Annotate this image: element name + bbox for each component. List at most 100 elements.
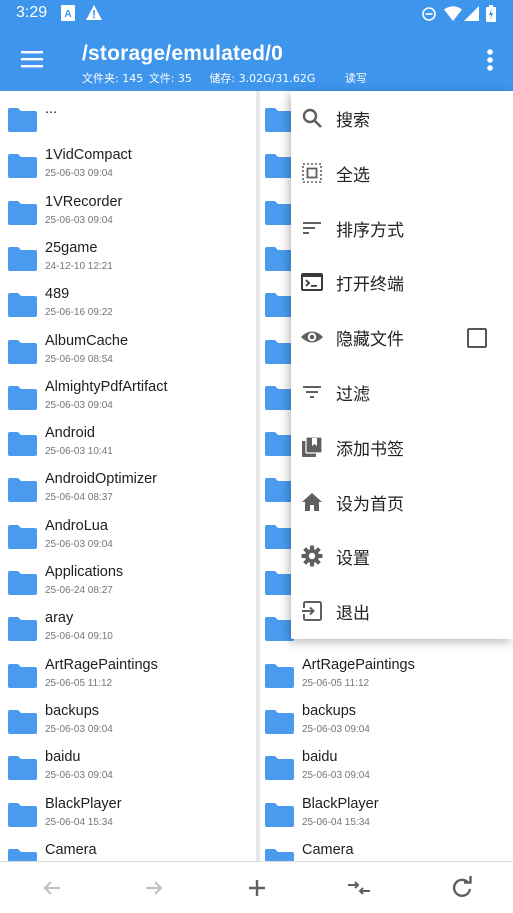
exit-icon (300, 599, 324, 623)
more-vert-icon[interactable] (474, 44, 506, 76)
file-name: AndroidOptimizer (45, 471, 158, 488)
file-date: 25-06-24 08:27 (45, 585, 113, 596)
menu-item-sort[interactable]: 排序方式 (291, 201, 513, 256)
hamburger-icon[interactable] (10, 40, 54, 78)
file-list-item[interactable]: BlackPlayer 25-06-04 15:34 (0, 793, 256, 839)
hidden-files-checkbox[interactable] (467, 328, 487, 349)
file-list-item[interactable]: 489 25-06-16 09:22 (0, 283, 256, 329)
folder-icon (8, 432, 37, 457)
eye-icon (300, 325, 324, 349)
file-date: 25-06-03 09:04 (302, 770, 370, 782)
refresh-icon[interactable] (448, 874, 476, 902)
folder-icon (8, 478, 37, 503)
left-file-list[interactable]: ... 1VidCompact 25-06-03 09:04 1VRecorder 25… (0, 91, 256, 861)
file-list-item[interactable]: ... (0, 98, 256, 144)
file-date: 24-12-10 12:21 (45, 260, 113, 272)
add-icon[interactable] (243, 874, 271, 902)
file-list-item[interactable]: backups 25-06-03 09:04 (0, 700, 256, 746)
file-list-item[interactable]: AlbumCache 25-06-09 08:54 (0, 330, 256, 376)
menu-item-select-all[interactable]: 全选 (291, 146, 513, 201)
file-name: 1VidCompact (45, 147, 132, 164)
file-list-item[interactable]: Android 25-06-03 10:41 (0, 422, 256, 468)
menu-item-search[interactable]: 搜索 (291, 91, 513, 146)
file-list-item[interactable]: baidu 25-06-03 09:04 (260, 746, 513, 792)
file-list-item[interactable]: 1VidCompact 25-06-03 09:04 (0, 144, 256, 190)
file-name: AndroLua (45, 517, 108, 534)
swap-icon[interactable] (345, 874, 373, 902)
folder-icon (8, 571, 37, 595)
file-list-item[interactable]: baidu 25-06-03 09:04 (0, 746, 256, 792)
file-date: 25-06-03 09:04 (302, 723, 370, 735)
file-list-item[interactable]: AlmightyPdfArtifact 25-06-03 09:04 (0, 376, 256, 422)
folder-icon (265, 848, 294, 861)
file-date: 25-06-04 15:34 (45, 816, 113, 828)
file-date: 25-06-03 09:04 (45, 399, 113, 411)
storage-stats: 文件夹: 145 文件: 35 储存: 3.02G/31.62G 读写 (82, 70, 369, 86)
file-date: 25-06-09 08:54 (45, 353, 113, 365)
file-name: backups (302, 702, 357, 719)
file-list-item[interactable]: Applications 25-06-24 08:27 (0, 561, 256, 607)
menu-item-label: 添加书签 (336, 439, 404, 460)
file-list-item[interactable]: ArtRagePaintings 25-06-05 11:12 (260, 654, 513, 700)
menu-item-terminal[interactable]: 打开终端 (291, 255, 513, 310)
menu-item-label: 搜索 (336, 111, 370, 131)
file-date: 25-06-03 09:04 (45, 168, 113, 180)
file-name: Applications (45, 564, 124, 580)
menu-item-bookmark[interactable]: 添加书签 (291, 420, 513, 475)
home-icon (300, 490, 324, 514)
menu-item-settings[interactable]: 设置 (291, 529, 513, 584)
file-name: BlackPlayer (302, 795, 379, 812)
folder-icon (265, 524, 294, 553)
folder-icon (8, 802, 37, 827)
menu-item-label: 隐藏文件 (336, 330, 404, 351)
file-list-item[interactable]: Camera (260, 839, 513, 861)
file-list-item[interactable]: 25game 24-12-10 12:21 (0, 237, 256, 283)
wifi-icon (444, 6, 462, 21)
folder-icon (8, 200, 37, 225)
file-date: 25-06-03 09:04 (45, 538, 113, 550)
menu-item-hidden-files[interactable]: 隐藏文件 (291, 310, 513, 365)
file-name: Android (45, 425, 95, 442)
folder-icon (8, 848, 37, 861)
file-name: baidu (302, 749, 338, 766)
file-name: baidu (45, 749, 81, 766)
file-list-item[interactable]: BlackPlayer 25-06-04 15:34 (260, 793, 513, 839)
forward-arrow-icon[interactable] (140, 874, 168, 902)
svg-text:A: A (64, 9, 71, 20)
file-date: 25-06-03 09:04 (45, 723, 113, 735)
gear-icon (300, 544, 324, 568)
menu-item-label: 全选 (336, 165, 370, 186)
folder-icon (265, 571, 294, 599)
file-list-item[interactable]: Camera (0, 839, 256, 861)
menu-item-label: 设置 (336, 549, 370, 570)
file-name: ... (45, 101, 58, 117)
folder-icon (265, 200, 294, 229)
file-list-item[interactable]: AndroLua 25-06-03 09:04 (0, 515, 256, 561)
file-date: 25-06-05 11:12 (45, 677, 113, 689)
file-name: AlbumCache (45, 332, 129, 349)
menu-item-exit[interactable]: 退出 (291, 584, 513, 639)
folder-icon (8, 385, 37, 410)
filter-icon (300, 380, 324, 404)
menu-item-label: 过滤 (336, 385, 370, 405)
file-list-item[interactable]: aray 25-06-04 09:10 (0, 607, 256, 653)
file-name: Camera (45, 841, 97, 858)
file-count: 文件: 35 (148, 72, 192, 85)
file-list-item[interactable]: 1VRecorder 25-06-03 09:04 (0, 191, 256, 237)
file-name: Camera (302, 841, 354, 858)
folder-icon (265, 802, 294, 827)
file-date: 25-06-04 08:37 (45, 492, 113, 504)
menu-item-set-home[interactable]: 设为首页 (291, 475, 513, 530)
file-list-item[interactable]: ArtRagePaintings 25-06-05 11:12 (0, 654, 256, 700)
notification-app-icon: A (61, 5, 75, 21)
file-list-item[interactable]: AndroidOptimizer 25-06-04 08:37 (0, 468, 256, 514)
file-list-item[interactable]: backups 25-06-03 09:04 (260, 700, 513, 746)
folder-icon (265, 154, 294, 182)
back-arrow-icon[interactable] (38, 874, 66, 902)
folder-icon (8, 756, 37, 781)
file-name: ArtRagePaintings (302, 656, 415, 673)
terminal-icon (300, 270, 324, 294)
menu-item-filter[interactable]: 过滤 (291, 365, 513, 420)
warning-icon (86, 5, 102, 20)
search-icon (300, 106, 324, 130)
